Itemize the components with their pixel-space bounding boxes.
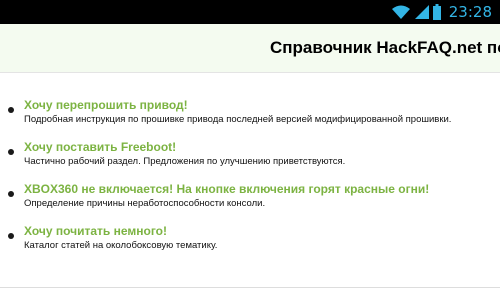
list-item-description: Каталог статей на околобоксовую тематику… [24,240,218,251]
faq-list: Хочу перепрошить привод! Подробная инстр… [0,73,500,287]
status-clock: 23:28 [448,3,492,21]
wifi-icon [391,5,410,19]
list-item[interactable]: XBOX360 не включается! На кнопке включен… [0,181,500,221]
list-item[interactable]: Хочу почитать немного! Каталог статей на… [0,223,500,263]
list-item-title[interactable]: Хочу почитать немного! [24,223,167,239]
bullet-icon [8,233,14,239]
list-item[interactable]: Хочу поставить Freeboot! Частично рабочи… [0,139,500,179]
signal-icon [414,5,429,19]
list-item-description: Подробная инструкция по прошивке привода… [24,114,452,125]
list-item-description: Определение причины неработоспособности … [24,198,266,209]
bullet-icon [8,107,14,113]
status-bar: 23:28 [0,0,500,24]
page-title: Справочник HackFAQ.net по X [270,38,500,57]
bullet-icon [8,191,14,197]
list-item[interactable]: Хочу перепрошить привод! Подробная инстр… [0,97,500,137]
app-screen: 23:28 Справочник HackFAQ.net по X Хочу п… [0,0,500,300]
list-item-description: Частично рабочий раздел. Предложения по … [24,156,346,167]
bullet-icon [8,149,14,155]
status-icons: 23:28 [391,0,492,24]
bottom-area [0,288,500,300]
list-item-title[interactable]: Хочу перепрошить привод! [24,97,188,113]
list-item-title[interactable]: Хочу поставить Freeboot! [24,139,176,155]
battery-icon [432,4,441,20]
list-item-title[interactable]: XBOX360 не включается! На кнопке включен… [24,181,429,197]
app-header: Справочник HackFAQ.net по X [0,24,500,72]
